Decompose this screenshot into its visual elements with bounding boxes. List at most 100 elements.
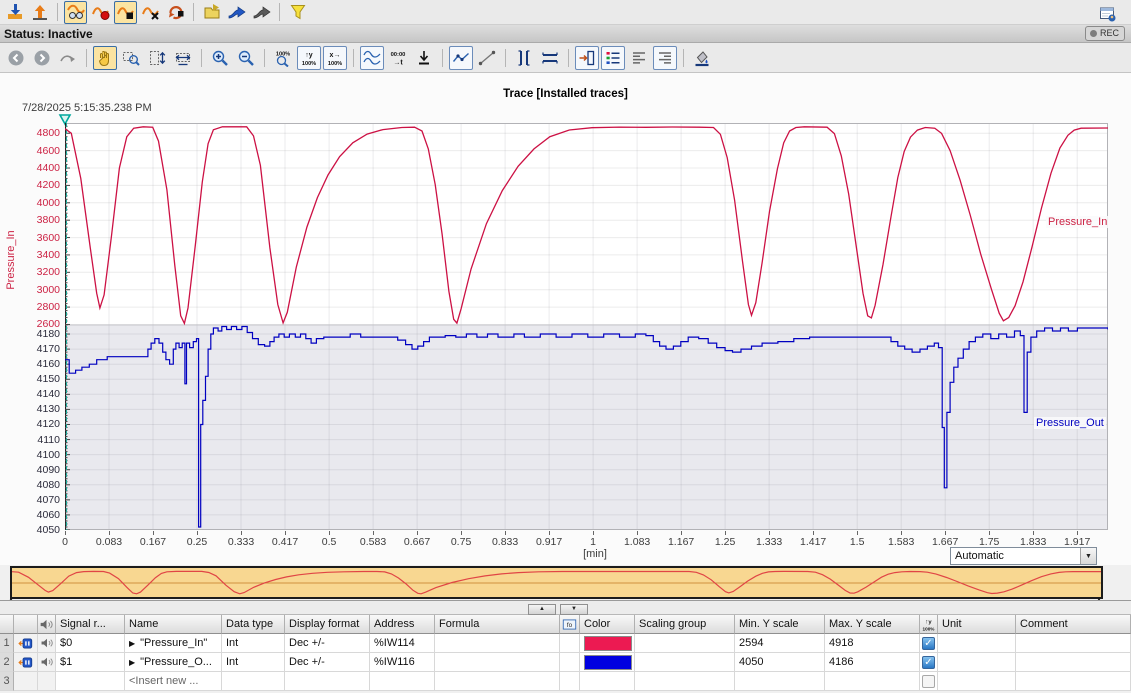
color-swatch[interactable] bbox=[584, 655, 632, 670]
cell-address[interactable]: %IW114 bbox=[370, 634, 435, 653]
forward-icon[interactable] bbox=[30, 46, 54, 70]
zoom-area-icon[interactable] bbox=[119, 46, 143, 70]
cell-unit[interactable] bbox=[938, 634, 1016, 653]
rec-dot-icon bbox=[1090, 30, 1097, 37]
cell-color[interactable] bbox=[580, 634, 635, 653]
cell-spk bbox=[38, 634, 56, 653]
cell-max[interactable] bbox=[825, 672, 920, 691]
cell-name[interactable]: ▶"Pressure_In" bbox=[125, 634, 222, 653]
cell-address[interactable]: %IW116 bbox=[370, 653, 435, 672]
cell-formula[interactable] bbox=[435, 634, 560, 653]
cell-max[interactable]: 4918 bbox=[825, 634, 920, 653]
cell-min[interactable]: 2594 bbox=[735, 634, 825, 653]
x-tick-label: 1.25 bbox=[703, 531, 747, 548]
trace-label-pressure-in: Pressure_In bbox=[1046, 216, 1109, 228]
cell-name[interactable]: ▶"Pressure_O... bbox=[125, 653, 222, 672]
horizontal-cursors-icon[interactable] bbox=[538, 46, 562, 70]
splitter-down-button[interactable]: ▼ bbox=[560, 604, 588, 615]
cell-min[interactable]: 4050 bbox=[735, 653, 825, 672]
expand-arrow-icon[interactable]: ▶ bbox=[129, 658, 135, 667]
back-icon[interactable] bbox=[4, 46, 28, 70]
record-trace-icon[interactable] bbox=[89, 1, 112, 24]
legend-icon[interactable] bbox=[601, 46, 625, 70]
time-offset-icon[interactable] bbox=[412, 46, 436, 70]
cell-formula[interactable] bbox=[435, 653, 560, 672]
cell-format[interactable]: Dec +/- bbox=[285, 634, 370, 653]
cell-format[interactable] bbox=[285, 672, 370, 691]
signal-name: <Insert new ... bbox=[129, 675, 198, 687]
pan-icon[interactable] bbox=[93, 46, 117, 70]
cell-scaling[interactable] bbox=[635, 672, 735, 691]
cell-signal[interactable]: $0 bbox=[56, 634, 125, 653]
cell-comment[interactable] bbox=[1016, 634, 1131, 653]
cell-auto[interactable]: ✓ bbox=[920, 653, 938, 672]
expand-arrow-icon[interactable]: ▶ bbox=[129, 639, 135, 648]
y-tick-label: 4150 bbox=[18, 373, 60, 385]
chevron-down-icon[interactable]: ▼ bbox=[1080, 548, 1096, 564]
export-trace-icon[interactable] bbox=[200, 1, 223, 24]
cell-scaling[interactable] bbox=[635, 634, 735, 653]
cell-comment[interactable] bbox=[1016, 672, 1131, 691]
cell-signal[interactable]: $1 bbox=[56, 653, 125, 672]
zoom-in-icon[interactable] bbox=[208, 46, 232, 70]
monitor-onoff-icon[interactable] bbox=[64, 1, 87, 24]
upload-trace-icon[interactable] bbox=[28, 1, 51, 24]
auto-scale-checkbox[interactable] bbox=[922, 675, 935, 688]
splitter-up-button[interactable]: ▲ bbox=[528, 604, 556, 615]
restore-view-icon[interactable] bbox=[56, 46, 80, 70]
cell-color[interactable] bbox=[580, 653, 635, 672]
cell-fo[interactable] bbox=[560, 634, 580, 653]
align-left-icon[interactable] bbox=[627, 46, 651, 70]
delete-trace-icon[interactable] bbox=[139, 1, 162, 24]
cell-datatype[interactable]: Int bbox=[222, 653, 285, 672]
cell-datatype[interactable]: Int bbox=[222, 634, 285, 653]
move-view-icon[interactable] bbox=[575, 46, 599, 70]
cell-comment[interactable] bbox=[1016, 653, 1131, 672]
cell-format[interactable]: Dec +/- bbox=[285, 653, 370, 672]
cell-unit[interactable] bbox=[938, 672, 1016, 691]
auto-scale-checkbox[interactable]: ✓ bbox=[922, 637, 935, 650]
zoom-vertical-icon[interactable] bbox=[145, 46, 169, 70]
download-trace-icon[interactable] bbox=[3, 1, 26, 24]
cell-signal[interactable] bbox=[56, 672, 125, 691]
auto-scale-checkbox[interactable]: ✓ bbox=[922, 656, 935, 669]
zoom-out-icon[interactable] bbox=[234, 46, 258, 70]
repeat-measurement-icon[interactable] bbox=[164, 1, 187, 24]
stop-recording-icon[interactable] bbox=[114, 1, 137, 24]
align-right-icon[interactable] bbox=[653, 46, 677, 70]
interpolation-icon[interactable] bbox=[475, 46, 499, 70]
color-swatch[interactable] bbox=[584, 636, 632, 651]
cell-color[interactable] bbox=[580, 672, 635, 691]
background-color-icon[interactable] bbox=[690, 46, 714, 70]
filter-icon[interactable] bbox=[286, 1, 309, 24]
y-tick-label: 4110 bbox=[18, 434, 60, 446]
transfer-trace-icon[interactable] bbox=[225, 1, 248, 24]
transfer-trace-alt-icon[interactable] bbox=[250, 1, 273, 24]
scale-y-100-icon: ↑y100% bbox=[921, 617, 936, 632]
cell-name[interactable]: <Insert new ... bbox=[125, 672, 222, 691]
zoom-horizontal-icon[interactable] bbox=[171, 46, 195, 70]
cell-auto[interactable] bbox=[920, 672, 938, 691]
cell-min[interactable] bbox=[735, 672, 825, 691]
cell-address[interactable] bbox=[370, 672, 435, 691]
time-axis-mode-dropdown[interactable]: Automatic ▼ bbox=[950, 547, 1097, 565]
trace-plot[interactable] bbox=[65, 123, 1108, 530]
zoom-100-icon[interactable]: 100% bbox=[271, 46, 295, 70]
cell-datatype[interactable] bbox=[222, 672, 285, 691]
time-format-icon[interactable]: 00:00→t bbox=[386, 46, 410, 70]
fit-curves-icon[interactable] bbox=[360, 46, 384, 70]
samples-icon[interactable] bbox=[449, 46, 473, 70]
trigger-timestamp: 7/28/2025 5:15:35.238 PM bbox=[22, 102, 152, 114]
cell-auto[interactable]: ✓ bbox=[920, 634, 938, 653]
scale-y-100-icon[interactable]: ↑y100% bbox=[297, 46, 321, 70]
cell-max[interactable]: 4186 bbox=[825, 653, 920, 672]
cell-formula[interactable] bbox=[435, 672, 560, 691]
cell-fo[interactable] bbox=[560, 653, 580, 672]
scale-x-100-icon[interactable]: x→100% bbox=[323, 46, 347, 70]
vertical-cursors-icon[interactable] bbox=[512, 46, 536, 70]
cell-unit[interactable] bbox=[938, 653, 1016, 672]
cell-fo[interactable] bbox=[560, 672, 580, 691]
cell-scaling[interactable] bbox=[635, 653, 735, 672]
properties-window-icon[interactable] bbox=[1096, 2, 1119, 25]
toolbar-separator bbox=[279, 3, 280, 21]
